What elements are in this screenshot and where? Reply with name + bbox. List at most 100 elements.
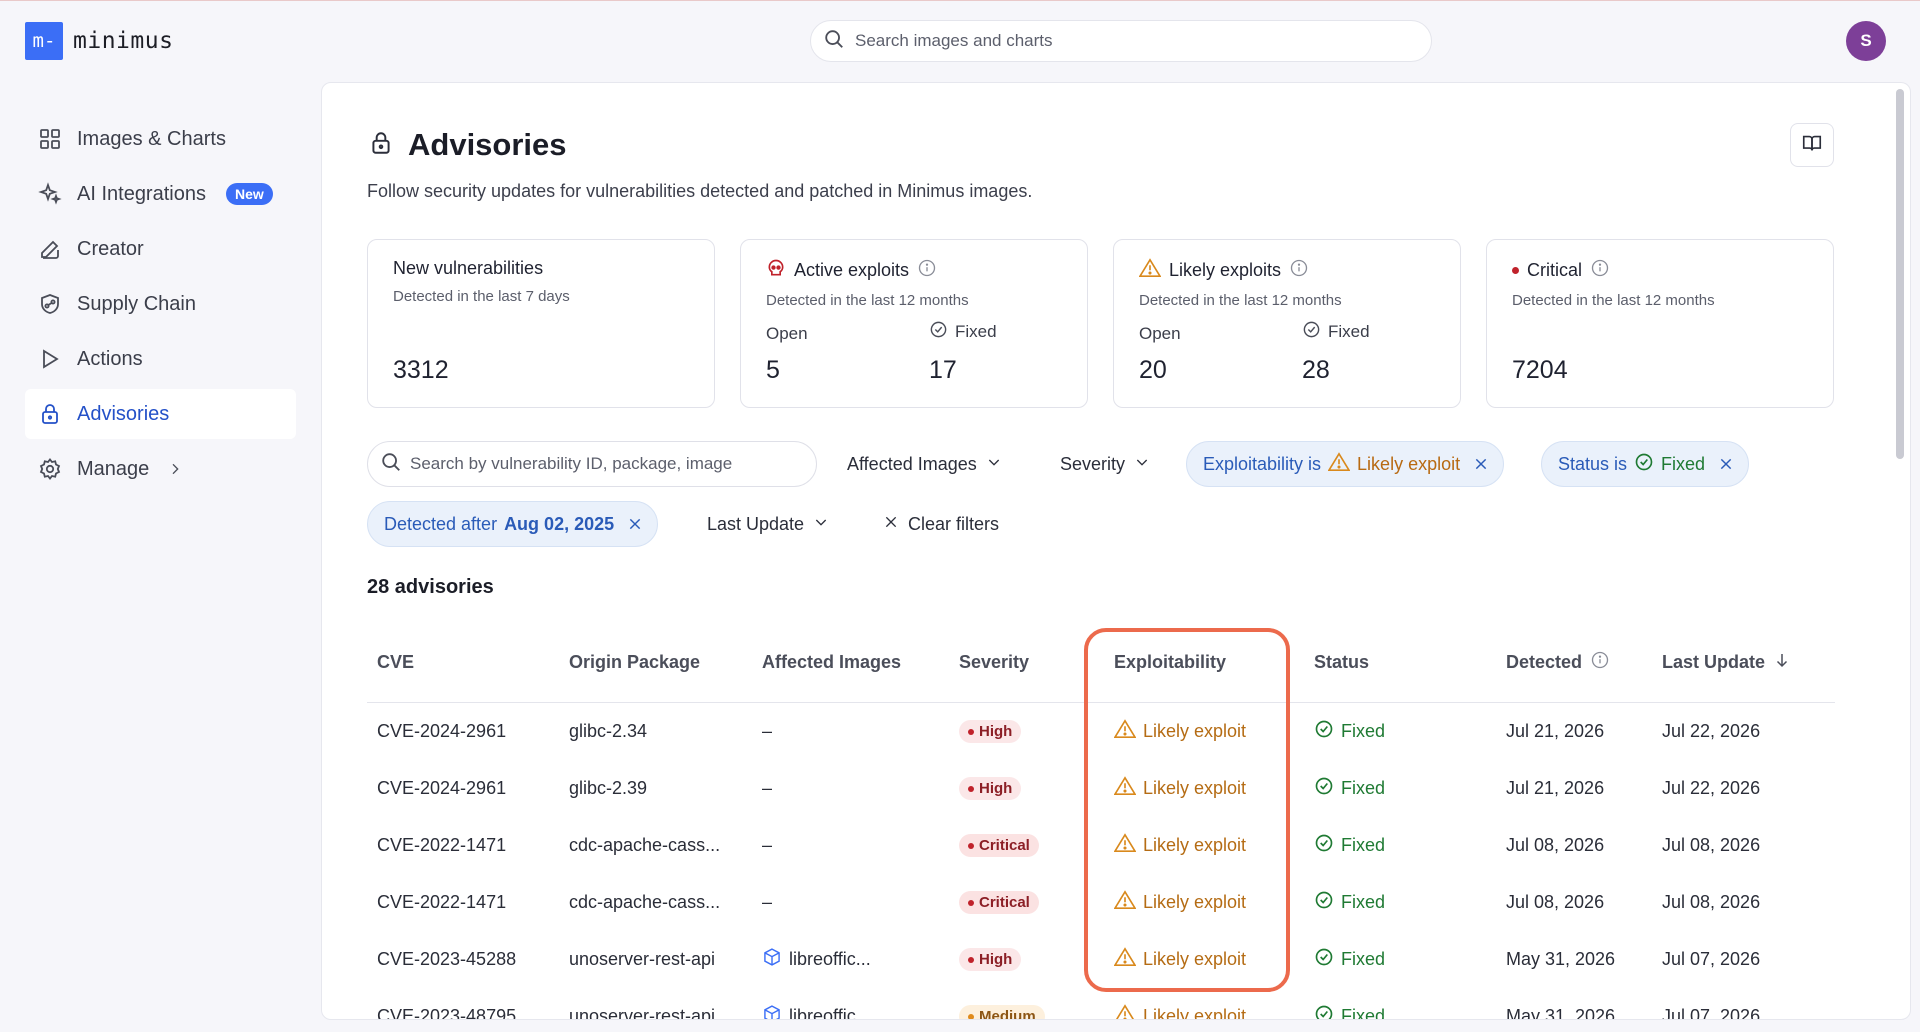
info-icon[interactable] <box>1289 258 1309 283</box>
affected-images-dropdown[interactable]: Affected Images <box>847 441 1002 487</box>
cell-affected-images[interactable]: – <box>752 778 949 799</box>
affected-image-name: – <box>762 778 773 798</box>
exploitability-highlight <box>1084 628 1290 992</box>
column-header-detected[interactable]: Detected <box>1496 650 1652 675</box>
info-icon[interactable] <box>917 258 937 283</box>
column-header-severity[interactable]: Severity <box>949 652 1104 673</box>
cell-detected: May 31, 2026 <box>1506 949 1616 969</box>
severity-badge: Critical <box>959 834 1039 857</box>
card-title-text: New vulnerabilities <box>393 258 544 278</box>
detected-filter-chip[interactable]: Detected after Aug 02, 2025 <box>367 501 659 547</box>
top-border <box>0 0 1920 1</box>
advisory-search-input[interactable] <box>410 454 810 474</box>
check-circle-icon <box>1314 833 1334 858</box>
severity-dot-icon <box>968 728 974 735</box>
warning-icon <box>1138 258 1162 283</box>
sidebar-item-manage[interactable]: Manage <box>25 444 296 494</box>
sidebar-item-actions[interactable]: Actions <box>25 334 296 384</box>
cell-status: Fixed <box>1304 890 1496 915</box>
page-header: Advisories <box>368 127 567 163</box>
chevron-down-icon <box>813 514 829 535</box>
cell-affected-images[interactable]: libreoffic... <box>752 1004 949 1019</box>
sidebar-item-supply-chain[interactable]: Supply Chain <box>25 279 296 329</box>
card-active-exploits[interactable]: Active exploits Detected in the last 12 … <box>740 239 1088 408</box>
cell-cve[interactable]: CVE-2022-1471 <box>367 835 559 856</box>
card-description: Detected in the last 12 months <box>766 292 969 309</box>
pencil-icon <box>37 236 63 262</box>
sidebar-item-images-charts[interactable]: Images & Charts <box>25 114 296 164</box>
card-critical[interactable]: Critical Detected in the last 12 months … <box>1486 239 1834 408</box>
severity-dropdown[interactable]: Severity <box>1060 441 1150 487</box>
exploitability-filter-chip[interactable]: Exploitability is Likely exploit <box>1186 441 1505 487</box>
cell-affected-images[interactable]: – <box>752 721 949 742</box>
cell-status: Fixed <box>1304 947 1496 972</box>
severity-badge: High <box>959 777 1022 800</box>
last-update-dropdown[interactable]: Last Update <box>707 501 829 547</box>
cell-cve[interactable]: CVE-2023-45288 <box>367 949 559 970</box>
cell-cve[interactable]: CVE-2022-1471 <box>367 892 559 913</box>
package-name: glibc-2.39 <box>569 778 648 798</box>
chevron-down-icon <box>1134 454 1150 475</box>
check-circle-icon <box>1314 890 1334 915</box>
package-name: glibc-2.34 <box>569 721 648 741</box>
column-header-affected-images[interactable]: Affected Images <box>752 652 949 673</box>
cell-detected: Jul 21, 2026 <box>1506 778 1605 798</box>
column-header-status[interactable]: Status <box>1304 652 1496 673</box>
user-avatar[interactable]: S <box>1846 21 1886 61</box>
sidebar-item-advisories[interactable]: Advisories <box>25 389 296 439</box>
column-header-cve[interactable]: CVE <box>367 652 559 673</box>
severity-badge: High <box>959 948 1022 971</box>
affected-image-name: libreoffic... <box>789 949 871 969</box>
card-new-vulnerabilities[interactable]: New vulnerabilities Detected in the last… <box>367 239 715 408</box>
cell-affected-images[interactable]: libreoffic... <box>752 947 949 972</box>
info-icon[interactable] <box>1590 258 1610 283</box>
global-search-input[interactable] <box>855 31 1395 51</box>
card-title-text: Active exploits <box>794 260 910 280</box>
card-likely-exploits[interactable]: Likely exploits Detected in the last 12 … <box>1113 239 1461 408</box>
status-label: Fixed <box>1341 949 1386 969</box>
app-logo[interactable]: m- minimus <box>25 22 173 60</box>
clear-filters-button[interactable]: Clear filters <box>883 501 999 547</box>
card-fixed-column: Fixed 17 <box>929 320 997 385</box>
column-header-label: Last Update <box>1662 652 1766 672</box>
cell-cve[interactable]: CVE-2023-48795 <box>367 1006 559 1019</box>
package-icon <box>762 947 782 972</box>
fixed-value: 28 <box>1302 356 1330 384</box>
cell-affected-images[interactable]: – <box>752 835 949 856</box>
cell-last-update: Jul 08, 2026 <box>1662 892 1761 912</box>
affected-image-name: – <box>762 721 773 741</box>
cell-severity: Medium <box>949 1005 1104 1020</box>
docs-button[interactable] <box>1790 123 1834 167</box>
logo-mark: m- <box>25 22 63 60</box>
info-icon[interactable] <box>1590 650 1610 675</box>
column-header-last-update[interactable]: Last Update <box>1652 651 1832 674</box>
play-icon <box>37 346 63 372</box>
scrollbar[interactable] <box>1896 89 1904 459</box>
advisory-search[interactable] <box>367 441 817 487</box>
cell-status: Fixed <box>1304 1004 1496 1019</box>
table-row[interactable]: CVE-2023-48795 unoserver-rest-api libreoff… <box>367 988 1835 1020</box>
cell-severity: High <box>949 720 1104 743</box>
remove-filter-icon[interactable] <box>627 516 643 532</box>
status-filter-chip[interactable]: Status is Fixed <box>1541 441 1750 487</box>
cell-cve[interactable]: CVE-2024-2961 <box>367 721 559 742</box>
cell-detected: Jul 08, 2026 <box>1506 892 1605 912</box>
column-header-origin-package[interactable]: Origin Package <box>559 652 752 673</box>
critical-dot-icon <box>1512 267 1519 274</box>
cell-affected-images[interactable]: – <box>752 892 949 913</box>
severity-dot-icon <box>968 785 974 792</box>
warning-icon <box>1114 1004 1136 1019</box>
severity-label: Medium <box>979 1008 1036 1020</box>
cell-origin-package: glibc-2.34 <box>559 721 752 742</box>
remove-filter-icon[interactable] <box>1473 456 1489 472</box>
affected-image-name: – <box>762 835 773 855</box>
cell-cve[interactable]: CVE-2024-2961 <box>367 778 559 799</box>
book-icon <box>1801 132 1823 159</box>
sidebar-item-creator[interactable]: Creator <box>25 224 296 274</box>
global-search[interactable] <box>810 20 1432 62</box>
sidebar-item-label: AI Integrations <box>77 182 206 205</box>
chip-value: Fixed <box>1661 453 1706 474</box>
remove-filter-icon[interactable] <box>1718 456 1734 472</box>
package-name: cdc-apache-cass... <box>569 892 721 912</box>
sidebar-item-ai-integrations[interactable]: AI Integrations New <box>25 169 296 219</box>
